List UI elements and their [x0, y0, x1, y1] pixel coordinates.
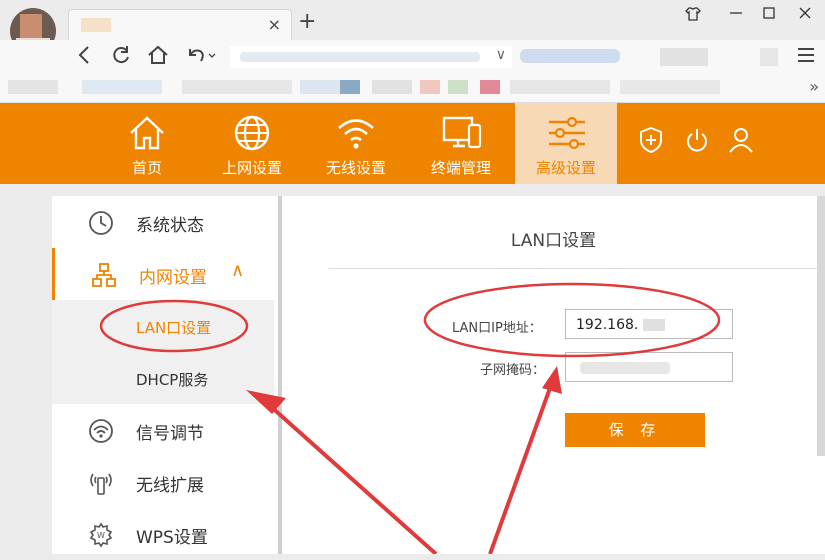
wifi-icon [338, 119, 374, 149]
signal-icon [89, 419, 113, 443]
sidebar-subitem-lan-port[interactable]: LAN口设置 [52, 300, 274, 352]
browser-tab[interactable]: × [68, 9, 292, 41]
sidebar-item-label: 系统状态 [136, 216, 204, 236]
title-divider [329, 268, 825, 269]
bookmark-item[interactable] [300, 80, 340, 94]
lan-ip-label: LAN口IP地址： [452, 321, 542, 336]
sliders-icon [549, 116, 585, 150]
globe-icon [234, 115, 270, 151]
bookmark-item[interactable] [82, 80, 162, 94]
close-window-icon[interactable] [798, 6, 812, 24]
sidebar-item-label: 无线扩展 [136, 476, 204, 496]
bookmark-item[interactable] [8, 80, 58, 94]
subnet-mask-input[interactable] [565, 352, 733, 382]
toolbar-extension[interactable] [660, 48, 708, 66]
bookmark-item[interactable] [182, 80, 292, 94]
skin-icon[interactable] [685, 6, 701, 26]
nav-label: 终端管理 [430, 159, 491, 177]
back-icon[interactable] [74, 43, 96, 73]
refresh-icon[interactable] [110, 43, 132, 73]
wps-gear-icon: W [89, 522, 113, 548]
bookmark-item[interactable] [480, 80, 500, 94]
sidebar-subitem-label: LAN口设置 [136, 319, 212, 337]
sidebar-item-signal-adjust[interactable]: 信号调节 [52, 404, 274, 456]
home-browser-icon[interactable] [146, 43, 170, 73]
bookmark-item[interactable] [340, 80, 360, 94]
address-bar[interactable]: ∨ [230, 46, 512, 68]
search-box[interactable] [520, 46, 630, 68]
tab-close-icon[interactable]: × [268, 15, 281, 34]
bookmark-item[interactable] [448, 80, 468, 94]
devices-icon [442, 116, 482, 149]
undo-icon[interactable] [184, 43, 218, 73]
nav-label: 上网设置 [221, 159, 282, 177]
toolbar-extension[interactable] [760, 48, 778, 66]
sidebar: 系统状态 内网设置 ∧ LAN口设置 DHCP服务 信号调节 无线扩展 W WP… [52, 196, 282, 554]
save-button[interactable]: 保 存 [565, 413, 705, 447]
page-title: LAN口设置 [510, 231, 597, 251]
sidebar-subitem-dhcp[interactable]: DHCP服务 [52, 352, 274, 404]
nav-advanced-settings[interactable]: 高级设置 [515, 103, 617, 184]
scrollbar[interactable] [817, 196, 825, 456]
nav-home[interactable]: 首页 [96, 103, 198, 184]
sidebar-item-wps[interactable]: W WPS设置 [52, 508, 274, 560]
sidebar-item-label: WPS设置 [136, 528, 208, 548]
sidebar-item-lan-settings[interactable]: 内网设置 ∧ [52, 248, 277, 300]
shield-icon[interactable] [638, 126, 664, 154]
minimize-icon[interactable] [728, 2, 744, 22]
lan-ip-input[interactable]: 192.168. [565, 309, 733, 339]
sidebar-subitem-label: DHCP服务 [136, 371, 209, 389]
lan-ip-value: 192.168. [576, 317, 639, 333]
bookmark-item[interactable] [510, 80, 610, 94]
browser-titlebar: × + [0, 0, 825, 54]
menu-icon[interactable] [796, 45, 816, 71]
user-icon[interactable] [728, 126, 754, 154]
bookmark-item[interactable] [372, 80, 412, 94]
sidebar-item-system-status[interactable]: 系统状态 [52, 196, 274, 248]
home-icon [130, 116, 164, 150]
bookmarks-more-icon[interactable]: » [809, 77, 819, 96]
network-icon [92, 263, 116, 287]
maximize-icon[interactable] [762, 6, 776, 24]
sidebar-item-label: 内网设置 [139, 268, 207, 288]
bookmark-item[interactable] [420, 80, 440, 94]
clock-icon [89, 211, 113, 235]
nav-label: 无线设置 [325, 159, 386, 177]
tab-favicon [81, 18, 111, 32]
antenna-icon [90, 473, 112, 495]
new-tab-button[interactable]: + [298, 9, 316, 34]
nav-label: 首页 [131, 159, 162, 177]
chevron-up-icon[interactable]: ∧ [231, 260, 244, 281]
svg-text:W: W [97, 531, 105, 540]
sidebar-item-wireless-extend[interactable]: 无线扩展 [52, 456, 274, 508]
redacted-blur [580, 362, 670, 374]
address-dropdown-icon[interactable]: ∨ [496, 47, 506, 63]
nav-wireless-settings[interactable]: 无线设置 [305, 103, 407, 184]
nav-device-management[interactable]: 终端管理 [410, 103, 512, 184]
redacted-blur [642, 319, 665, 331]
subnet-mask-label: 子网掩码： [480, 363, 546, 378]
nav-label: 高级设置 [535, 159, 596, 177]
nav-internet-settings[interactable]: 上网设置 [201, 103, 303, 184]
sidebar-item-label: 信号调节 [136, 424, 204, 444]
power-icon[interactable] [685, 126, 709, 154]
bookmarks-bar: » [0, 74, 825, 103]
bookmark-item[interactable] [620, 80, 720, 94]
browser-navbar: ∨ [0, 40, 825, 74]
main-panel: LAN口设置 LAN口IP地址： 192.168. 子网掩码： 保 存 [282, 196, 825, 554]
